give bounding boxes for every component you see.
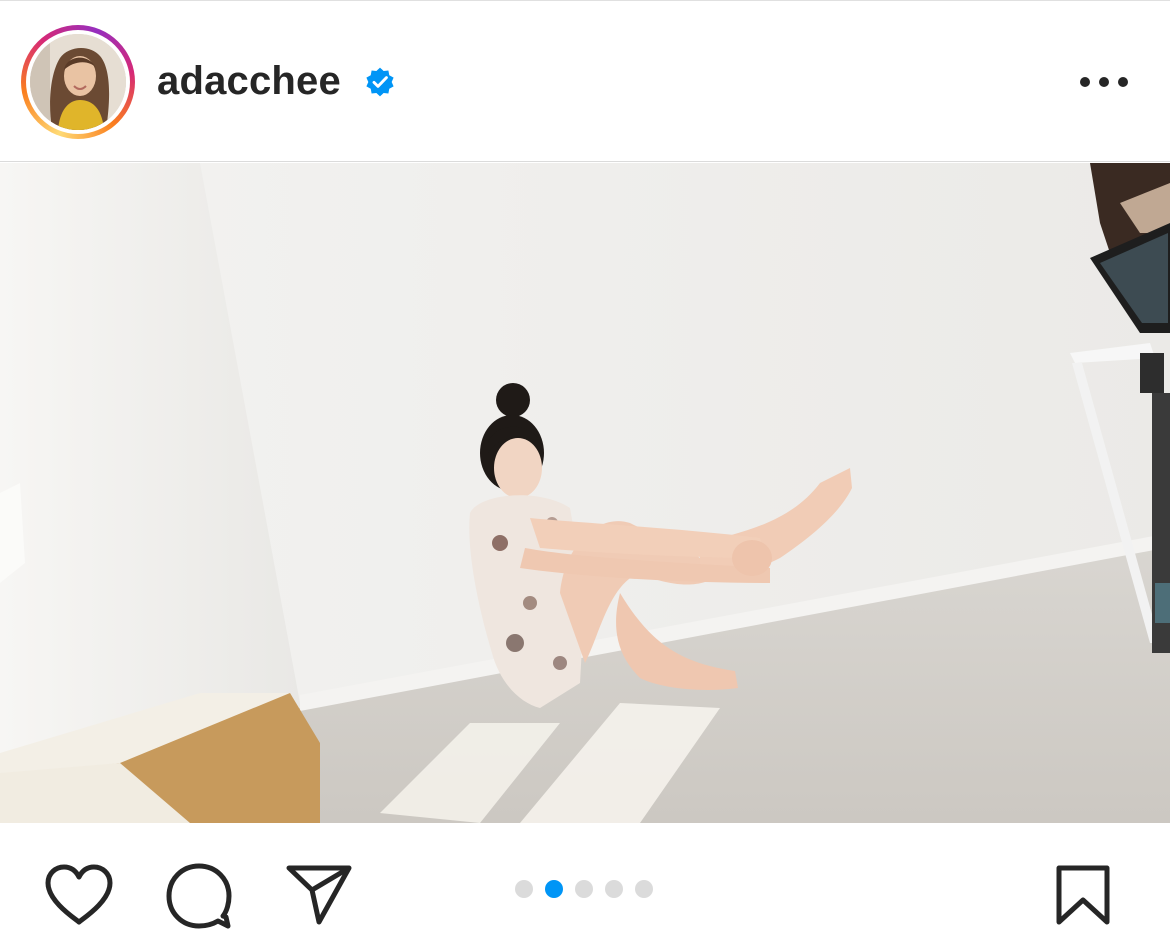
heart-icon[interactable] (44, 864, 114, 926)
bookmark-icon[interactable] (1055, 864, 1111, 926)
carousel-dot (515, 880, 533, 898)
post-header: adacchee (0, 1, 1170, 162)
carousel-dot-active (545, 880, 563, 898)
comment-icon[interactable] (166, 863, 232, 929)
share-icon[interactable] (286, 865, 352, 925)
photo-image (0, 163, 1170, 823)
post-photo[interactable] (0, 163, 1170, 823)
verified-badge-icon (366, 67, 394, 97)
username[interactable]: adacchee (157, 57, 341, 105)
carousel-dot (605, 880, 623, 898)
carousel-dot (575, 880, 593, 898)
avatar[interactable] (30, 34, 126, 130)
carousel-dot (635, 880, 653, 898)
carousel-indicator (515, 880, 653, 898)
more-options-icon[interactable] (1074, 63, 1134, 101)
story-ring[interactable] (21, 25, 135, 139)
avatar-image (30, 34, 126, 130)
instagram-post: adacchee (0, 0, 1170, 944)
